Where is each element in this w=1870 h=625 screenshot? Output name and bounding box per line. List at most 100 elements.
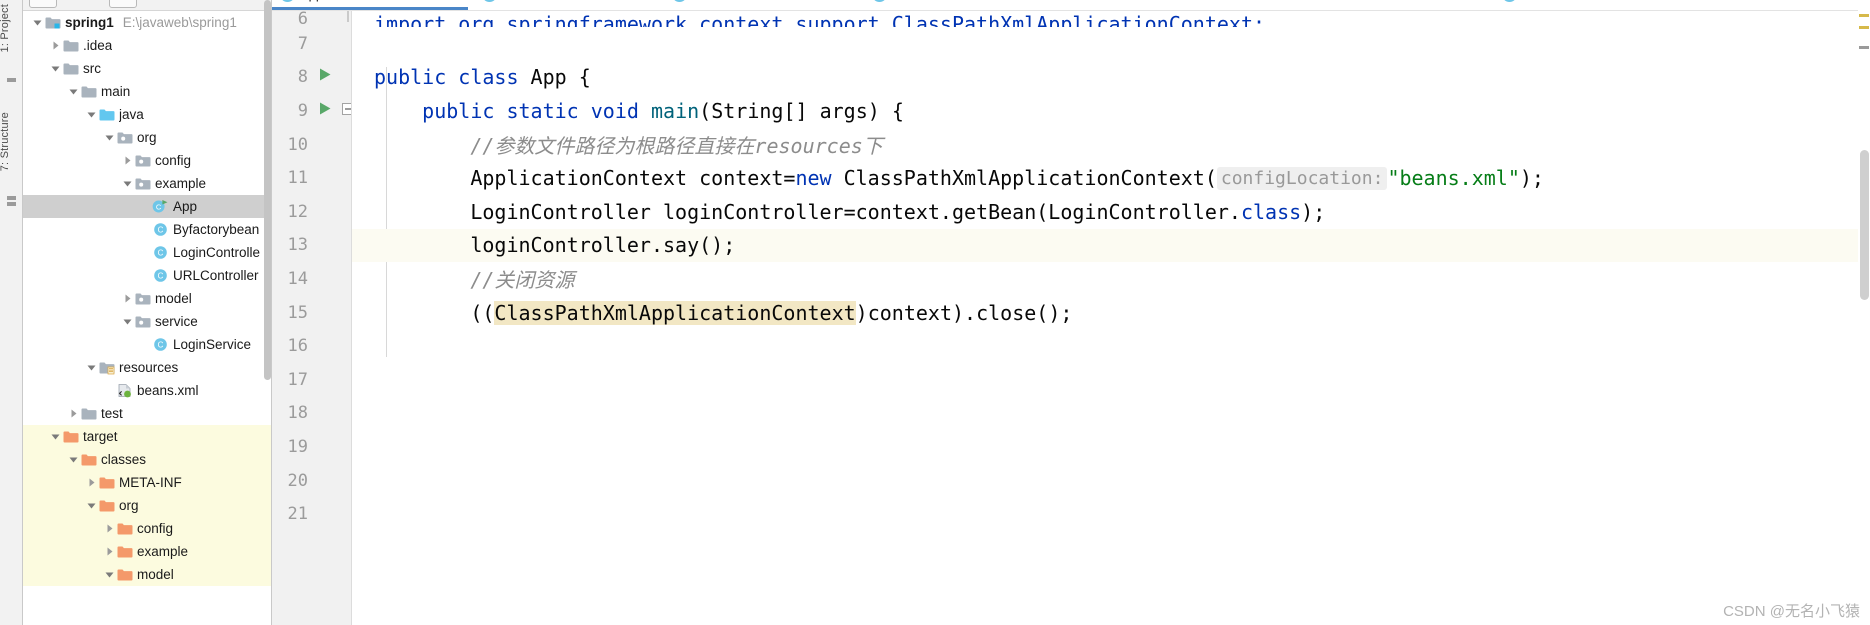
chevron-right-icon[interactable] (49, 40, 62, 51)
tree-item-config[interactable]: config (23, 149, 271, 172)
tree-item-loginservice[interactable]: C LoginService (23, 333, 271, 356)
gutter-line-13[interactable]: 13 (272, 229, 352, 263)
project-tree[interactable]: spring1 E:\javaweb\spring1 .idea src main jav… (23, 11, 271, 586)
chevron-down-icon[interactable] (31, 17, 44, 28)
gutter-line-17[interactable]: 17 (272, 363, 352, 397)
chevron-right-icon[interactable] (121, 155, 134, 166)
tool-tab-structure[interactable]: 7: Structure (0, 112, 11, 171)
tree-item-src[interactable]: src (23, 57, 271, 80)
tree-item-resources[interactable]: resources (23, 356, 271, 379)
code-line-21[interactable] (352, 497, 1870, 531)
code-line-16[interactable] (352, 329, 1870, 363)
gutter-line-20[interactable]: 20 (272, 464, 352, 498)
chevron-right-icon[interactable] (103, 523, 116, 534)
gutter-line-9[interactable]: 9 (272, 94, 354, 128)
editor-tab-other-3[interactable] (872, 0, 887, 2)
chevron-right-icon[interactable] (85, 477, 98, 488)
tree-item-test[interactable]: test (23, 402, 271, 425)
chevron-down-icon[interactable] (121, 316, 134, 327)
code-area: 6 7 8 9 10 11 12 13 14 15 16 17 18 19 20 21 import org.… (272, 9, 1870, 625)
code-line-15[interactable]: ((ClassPathXmlApplicationContext)context… (352, 296, 1870, 330)
chevron-down-icon[interactable] (67, 454, 80, 465)
gutter-line-8[interactable]: 8 (272, 61, 352, 95)
chevron-down-icon[interactable] (103, 132, 116, 143)
chevron-right-icon[interactable] (67, 408, 80, 419)
code-line-11[interactable]: ApplicationContext context= new ClassPath… (352, 161, 1870, 195)
chevron-down-icon[interactable] (85, 500, 98, 511)
tree-item-byfactorybean[interactable]: C Byfactorybean (23, 218, 271, 241)
chevron-down-icon[interactable] (67, 86, 80, 97)
project-tree-scrollbar[interactable] (264, 0, 271, 380)
editor-tab-app[interactable]: App (280, 0, 323, 2)
chevron-right-icon[interactable] (103, 546, 116, 557)
tree-item-config[interactable]: config (23, 517, 271, 540)
gutter-line-10[interactable]: 10 (272, 128, 352, 162)
code-line-17[interactable] (352, 363, 1870, 397)
chevron-down-icon[interactable] (49, 63, 62, 74)
gutter-line-21[interactable]: 21 (272, 497, 352, 531)
tree-item-main[interactable]: main (23, 80, 271, 103)
class-run-icon: C (152, 199, 169, 214)
gutter-line-18[interactable]: 18 (272, 397, 352, 431)
scrollbar-thumb[interactable] (1860, 150, 1869, 300)
gutter-line-14[interactable]: 14 (272, 262, 352, 296)
code-line-19[interactable] (352, 430, 1870, 464)
tree-item-target[interactable]: target (23, 425, 271, 448)
editor-gutter[interactable]: 6 7 8 9 10 11 12 13 14 15 16 17 18 19 20 21 (272, 9, 354, 625)
chevron-down-icon[interactable] (103, 569, 116, 580)
code-line-20[interactable] (352, 464, 1870, 498)
gutter-line-15[interactable]: 15 (272, 296, 352, 330)
tree-item-beans-xml[interactable]: beans.xml (23, 379, 271, 402)
tree-item-spring1[interactable]: spring1 E:\javaweb\spring1 (23, 11, 271, 34)
warning-marker[interactable] (1859, 14, 1869, 17)
code-line-7[interactable] (352, 27, 1870, 61)
info-marker[interactable] (1859, 46, 1869, 49)
tree-item-org[interactable]: org (23, 494, 271, 517)
code-line-13[interactable]: loginController.say(); (352, 228, 1870, 263)
chevron-down-icon[interactable] (49, 431, 62, 442)
gutter-line-11[interactable]: 11 (272, 161, 352, 195)
tree-item-service[interactable]: service (23, 310, 271, 333)
warning-marker[interactable] (1859, 26, 1869, 29)
chevron-down-icon[interactable] (121, 178, 134, 189)
code-line-18[interactable] (352, 397, 1870, 431)
toolbar-button-2[interactable] (109, 0, 137, 8)
tree-item-classes[interactable]: classes (23, 448, 271, 471)
code-line-6[interactable]: import org.springframework.context.suppo… (352, 11, 1870, 27)
gutter-line-12[interactable]: 12 (272, 195, 352, 229)
tree-item-model[interactable]: model (23, 563, 271, 586)
code-pane[interactable]: import org.springframework.context.suppo… (352, 11, 1870, 625)
gutter-line-6[interactable]: 6 (272, 9, 352, 29)
run-gutter-icon[interactable] (318, 67, 332, 87)
code-line-12[interactable]: LoginController loginController=context.… (352, 195, 1870, 229)
folder-gray-icon (62, 62, 79, 76)
code-line-9[interactable]: public static void main (String[] args) { (352, 94, 1870, 128)
gutter-line-16[interactable]: 16 (272, 329, 352, 363)
chevron-down-icon[interactable] (85, 109, 98, 120)
code-text: ApplicationContext context= (470, 166, 796, 191)
tree-item-meta-inf[interactable]: META-INF (23, 471, 271, 494)
gutter-line-7[interactable]: 7 (272, 27, 352, 61)
editor-scrollbar[interactable] (1858, 0, 1870, 625)
tool-tab-project[interactable]: 1: Project (0, 4, 11, 52)
gutter-line-19[interactable]: 19 (272, 430, 352, 464)
tree-item-example[interactable]: example (23, 540, 271, 563)
tree-item-example[interactable]: example (23, 172, 271, 195)
editor-tab-other-4[interactable] (1502, 0, 1517, 2)
editor-tab-other-2[interactable] (672, 0, 687, 2)
code-line-14[interactable]: //关闭资源 (352, 262, 1870, 296)
toolbar-button-1[interactable] (29, 0, 57, 8)
chevron-down-icon[interactable] (85, 362, 98, 373)
tree-item-java[interactable]: java (23, 103, 271, 126)
run-gutter-icon[interactable] (318, 101, 332, 121)
tree-item-urlcontroller[interactable]: C URLController (23, 264, 271, 287)
tree-item-org[interactable]: org (23, 126, 271, 149)
tree-item-idea[interactable]: .idea (23, 34, 271, 57)
code-line-8[interactable]: public class App { (352, 61, 1870, 95)
tree-item-logincontrolle[interactable]: C LoginControlle (23, 241, 271, 264)
editor-tab-other-1[interactable] (482, 0, 497, 2)
chevron-right-icon[interactable] (121, 293, 134, 304)
tree-item-app[interactable]: C App (23, 195, 271, 218)
code-line-10[interactable]: //参数文件路径为根路径直接在resources下 (352, 128, 1870, 162)
tree-item-model[interactable]: model (23, 287, 271, 310)
